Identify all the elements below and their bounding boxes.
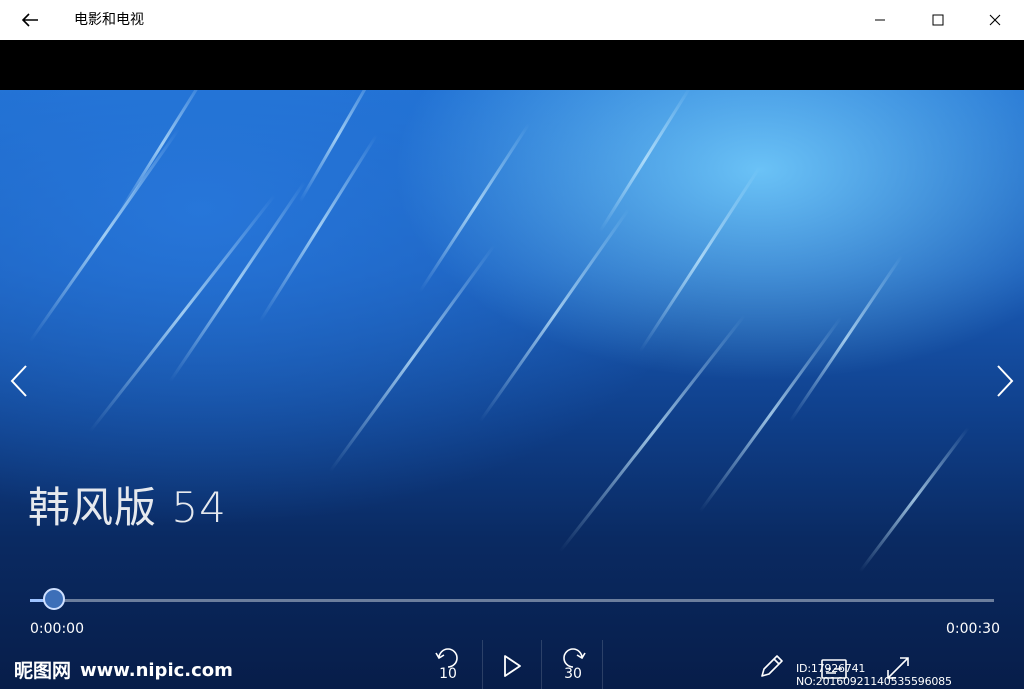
light-streak — [788, 254, 904, 423]
video-surface[interactable]: 韩风版 54 0:00:00 0:00:30 10 30 昵图网 www.nip… — [0, 90, 1024, 689]
seek-bar[interactable] — [30, 599, 994, 602]
light-streak — [28, 127, 181, 343]
light-streak — [298, 90, 377, 203]
light-streak — [858, 426, 970, 573]
watermark-url: www.nipic.com — [80, 660, 233, 681]
letterbox — [0, 40, 1024, 90]
media-title: 韩风版 54 — [28, 483, 227, 532]
play-icon — [504, 655, 521, 677]
skip-forward-label: 30 — [564, 666, 582, 682]
skip-forward-button[interactable]: 30 — [544, 640, 603, 689]
maximize-icon — [932, 14, 944, 26]
close-icon — [989, 14, 1001, 26]
light-streak — [478, 207, 631, 423]
light-streak — [558, 314, 746, 553]
light-streak — [258, 134, 378, 323]
chevron-right-icon — [997, 365, 1014, 397]
skip-back-button[interactable]: 10 — [420, 640, 476, 689]
next-button[interactable] — [990, 361, 1020, 401]
maximize-button[interactable] — [910, 0, 966, 40]
skip-back-label: 10 — [439, 666, 457, 682]
app-title: 电影和电视 — [74, 12, 144, 28]
current-time: 0:00:00 — [30, 621, 84, 637]
minimize-icon — [875, 19, 885, 21]
minimize-button[interactable] — [852, 0, 908, 40]
watermark-id: ID:17926741 NO:20160921140535596085 — [796, 662, 952, 688]
previous-button[interactable] — [4, 361, 34, 401]
watermark-logo: 昵图网 — [14, 660, 72, 682]
play-button[interactable] — [482, 640, 542, 689]
light-streak — [328, 244, 496, 473]
back-button[interactable] — [14, 5, 46, 35]
light-streak — [88, 194, 276, 433]
total-time: 0:00:30 — [946, 621, 1000, 637]
close-button[interactable] — [967, 0, 1023, 40]
arrow-left-icon — [21, 13, 38, 27]
light-streak — [598, 90, 692, 233]
light-streak — [638, 166, 762, 353]
pen-icon — [761, 655, 783, 677]
seek-thumb[interactable] — [43, 588, 65, 610]
chevron-left-icon — [10, 365, 27, 397]
title-bar: 电影和电视 — [0, 0, 1024, 40]
edit-button[interactable] — [756, 650, 788, 682]
light-streak — [418, 122, 531, 293]
